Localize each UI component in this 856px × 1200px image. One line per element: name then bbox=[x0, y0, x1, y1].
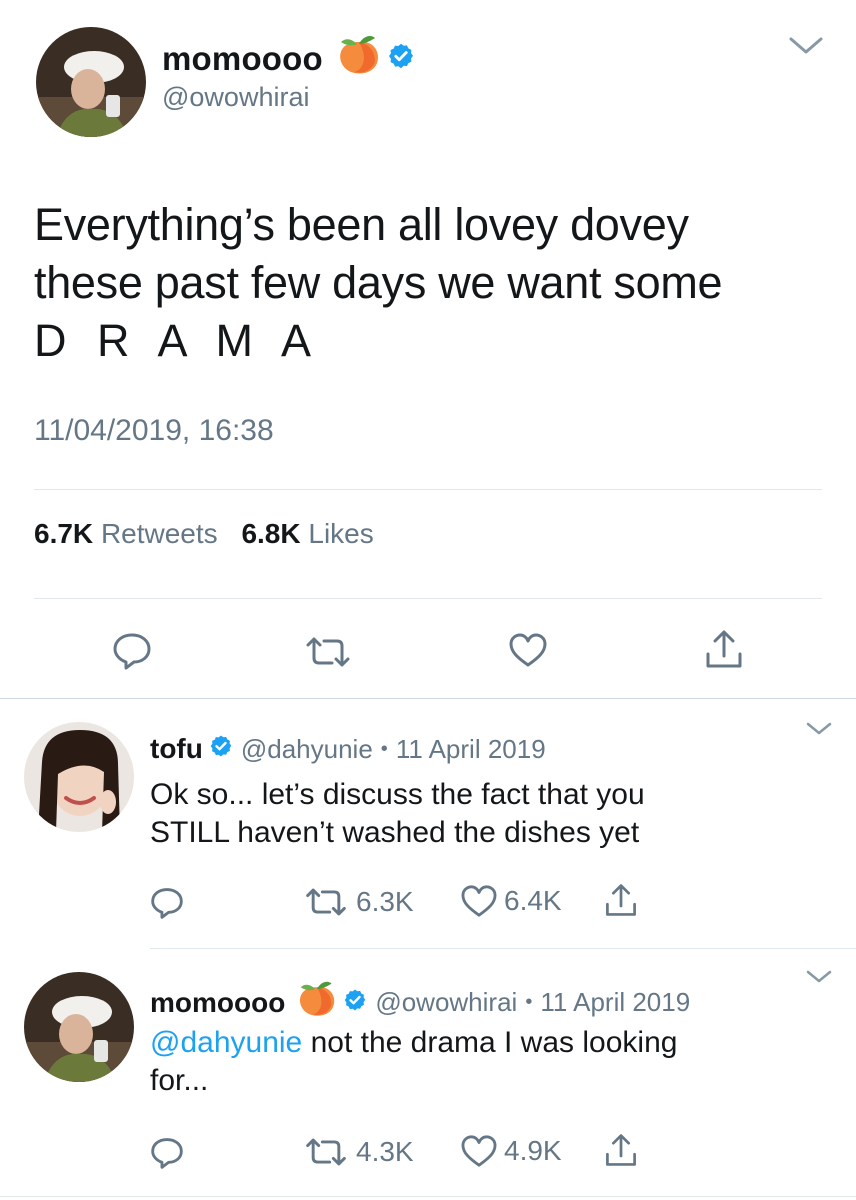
retweets-stat[interactable]: 6.7K Retweets bbox=[34, 518, 218, 549]
share-icon bbox=[606, 884, 636, 916]
divider bbox=[0, 1196, 856, 1197]
likes-count: 6.8K bbox=[241, 518, 301, 549]
likes-stat[interactable]: 6.8K Likes bbox=[241, 518, 373, 549]
share-button[interactable] bbox=[604, 882, 638, 918]
share-button[interactable] bbox=[704, 628, 744, 670]
heart-icon bbox=[461, 885, 497, 917]
reply-text-line: STILL haven’t washed the dishes yet bbox=[150, 816, 640, 849]
retweet-button[interactable]: 6.3K bbox=[304, 886, 414, 918]
retweets-count: 6.7K bbox=[34, 518, 94, 549]
author-display-name[interactable]: momoooo bbox=[162, 34, 415, 84]
share-button[interactable] bbox=[604, 1132, 638, 1168]
tweet-timestamp[interactable]: 11/04/2019, 16:38 bbox=[34, 414, 274, 448]
reply-icon bbox=[113, 633, 151, 670]
reply-handle[interactable]: @dahyunie bbox=[241, 734, 373, 765]
reply-icon bbox=[151, 888, 183, 919]
like-button[interactable]: 6.4K bbox=[460, 884, 562, 918]
retweet-icon bbox=[306, 888, 346, 916]
mention-link[interactable]: @dahyunie bbox=[150, 1026, 302, 1059]
chevron-down-icon[interactable] bbox=[806, 970, 832, 984]
reply-display-name[interactable]: momoooo bbox=[150, 987, 285, 1019]
reply-text-rest: not the drama I was looking bbox=[302, 1026, 678, 1059]
like-button[interactable]: 4.9K bbox=[460, 1134, 562, 1168]
verified-badge-icon bbox=[387, 40, 415, 78]
tweet-text-line: these past few days we want some bbox=[34, 257, 723, 308]
reply-header: momoooo @owowhirai • 11 April 2019 bbox=[150, 980, 690, 1025]
chevron-down-icon[interactable] bbox=[806, 722, 832, 736]
reply-handle[interactable]: @owowhirai bbox=[375, 987, 517, 1018]
retweets-label: Retweets bbox=[100, 518, 218, 549]
tweet-text-line: Everything’s been all lovey dovey bbox=[34, 199, 689, 250]
like-button[interactable] bbox=[508, 632, 548, 668]
chevron-down-icon[interactable] bbox=[788, 36, 824, 56]
verified-badge-icon bbox=[209, 733, 233, 765]
display-name-text: momoooo bbox=[162, 40, 323, 77]
retweet-count: 6.3K bbox=[356, 886, 414, 917]
reply-button[interactable] bbox=[112, 632, 152, 670]
reply-date[interactable]: 11 April 2019 bbox=[540, 987, 690, 1018]
author-avatar[interactable] bbox=[36, 27, 146, 137]
divider bbox=[34, 598, 822, 599]
like-count: 4.9K bbox=[504, 1135, 562, 1166]
heart-icon bbox=[461, 1135, 497, 1167]
retweet-button[interactable]: 4.3K bbox=[304, 1136, 414, 1168]
reply-text-line: Ok so... let’s discuss the fact that you bbox=[150, 778, 645, 811]
reply-body: Ok so... let’s discuss the fact that you… bbox=[150, 776, 645, 852]
peach-emoji-icon bbox=[297, 980, 337, 1025]
reply-text-line: for... bbox=[150, 1064, 209, 1097]
share-icon bbox=[706, 630, 742, 668]
reply-icon bbox=[151, 1138, 183, 1169]
divider bbox=[0, 698, 856, 699]
likes-label: Likes bbox=[308, 518, 374, 549]
divider bbox=[34, 489, 822, 490]
retweet-button[interactable] bbox=[304, 636, 352, 668]
meta-separator: • bbox=[525, 991, 533, 1013]
retweet-icon bbox=[306, 1138, 346, 1166]
retweet-count: 4.3K bbox=[356, 1136, 414, 1167]
reply-button[interactable] bbox=[150, 887, 184, 919]
like-count: 6.4K bbox=[504, 885, 562, 916]
reply-date[interactable]: 11 April 2019 bbox=[396, 734, 546, 765]
share-icon bbox=[606, 1134, 636, 1166]
tweet-body: Everything’s been all lovey dovey these … bbox=[34, 196, 824, 370]
peach-emoji-icon bbox=[337, 34, 381, 84]
reply-avatar[interactable] bbox=[24, 722, 134, 832]
meta-separator: • bbox=[380, 737, 388, 760]
reply-display-name[interactable]: tofu bbox=[150, 733, 203, 765]
reply-avatar[interactable] bbox=[24, 972, 134, 1082]
author-handle[interactable]: @owowhirai bbox=[162, 82, 309, 113]
retweet-icon bbox=[306, 637, 350, 667]
reply-header: tofu @dahyunie • 11 April 2019 bbox=[150, 733, 546, 765]
verified-badge-icon bbox=[343, 987, 367, 1019]
engagement-stats: 6.7K Retweets 6.8K Likes bbox=[34, 518, 374, 550]
reply-button[interactable] bbox=[150, 1137, 184, 1169]
heart-icon bbox=[509, 633, 547, 667]
reply-body: @dahyunie not the drama I was looking fo… bbox=[150, 1024, 677, 1100]
reply-text-line: @dahyunie not the drama I was looking bbox=[150, 1024, 677, 1062]
divider bbox=[150, 948, 856, 949]
tweet-text-line: D R A M A bbox=[34, 315, 321, 366]
